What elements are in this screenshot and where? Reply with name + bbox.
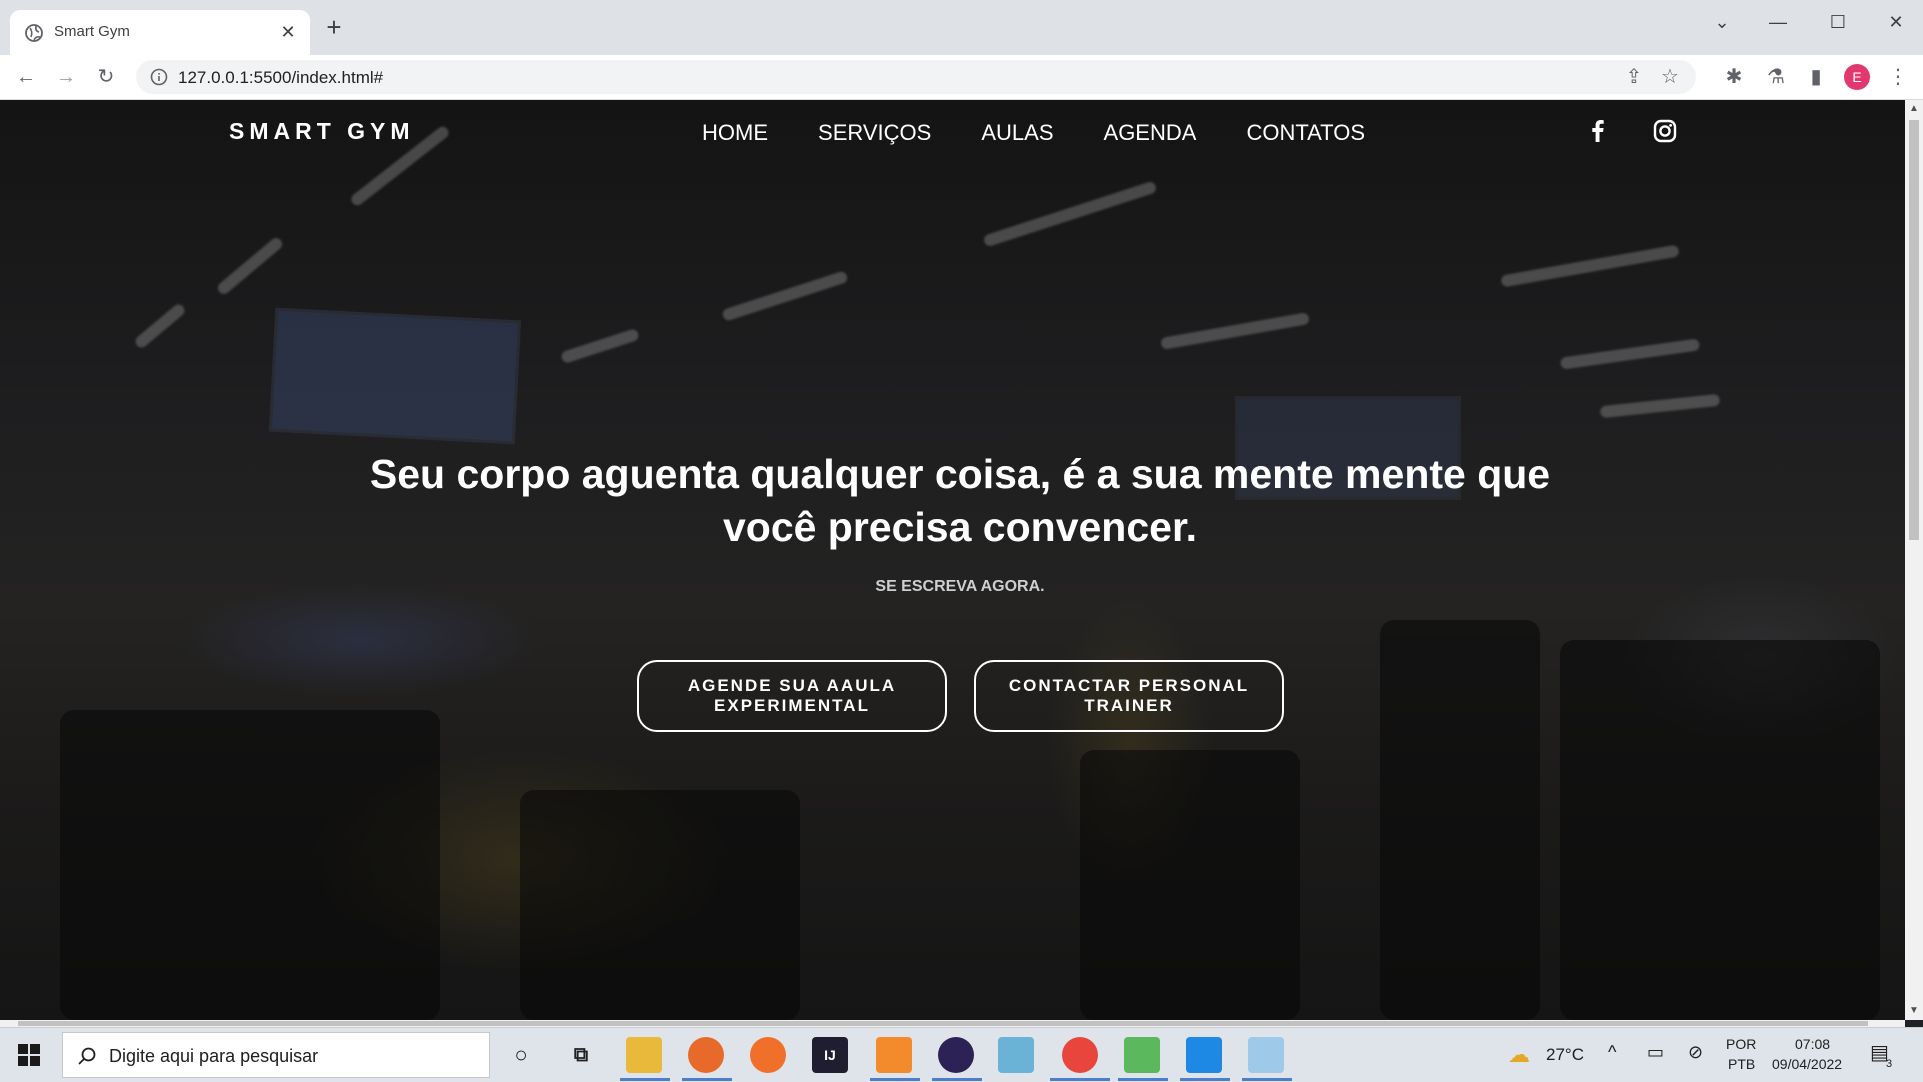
scroll-up-icon[interactable]: ▲: [1909, 104, 1919, 114]
paint-icon[interactable]: [1248, 1037, 1284, 1073]
back-icon[interactable]: ←: [14, 65, 38, 89]
maximize-button[interactable]: ☐: [1818, 8, 1858, 36]
menu-dots-icon[interactable]: ⋮: [1886, 65, 1910, 89]
xampp-icon[interactable]: [876, 1037, 912, 1073]
page-viewport: SMART GYM HOME SERVIÇOS AULAS AGENDA CON…: [0, 100, 1905, 1020]
share-icon[interactable]: ⇪: [1622, 65, 1646, 89]
task-view-icon[interactable]: ⧉: [563, 1037, 599, 1073]
browser-tab[interactable]: Smart Gym ✕: [10, 10, 310, 55]
weather-icon[interactable]: ☁: [1508, 1042, 1530, 1068]
extensions-icon[interactable]: ✱: [1722, 65, 1746, 89]
clock-time[interactable]: 07:08: [1795, 1036, 1830, 1052]
nav-home[interactable]: HOME: [702, 120, 768, 146]
chevron-down-icon[interactable]: ⌄: [1702, 8, 1742, 36]
chrome-icon[interactable]: [1062, 1037, 1098, 1073]
instagram-icon[interactable]: [1652, 118, 1678, 144]
nav-servicos[interactable]: SERVIÇOS: [818, 120, 931, 146]
hero-title: Seu corpo aguenta qualquer coisa, é a su…: [369, 451, 1551, 550]
profile-avatar[interactable]: E: [1844, 64, 1870, 90]
hero-subtitle: SE ESCREVA AGORA.: [875, 578, 1045, 595]
app-bar-icon[interactable]: [998, 1037, 1034, 1073]
bookmark-star-icon[interactable]: ☆: [1658, 65, 1682, 89]
address-bar[interactable]: 127.0.0.1:5500/index.html# ⇪ ☆: [136, 60, 1696, 94]
file-explorer-icon[interactable]: [626, 1037, 662, 1073]
vertical-scrollbar[interactable]: ▲ ▼: [1905, 100, 1923, 1020]
reload-icon[interactable]: ↻: [94, 65, 118, 89]
windows-start-icon[interactable]: [18, 1044, 40, 1066]
info-icon[interactable]: [150, 68, 168, 86]
nav-contatos[interactable]: CONTATOS: [1246, 120, 1365, 146]
facebook-icon[interactable]: [1585, 118, 1611, 144]
new-tab-button[interactable]: +: [322, 14, 346, 40]
intellij-icon[interactable]: IJ: [812, 1037, 848, 1073]
chevron-up-icon[interactable]: ^: [1608, 1042, 1616, 1063]
language-line2[interactable]: PTB: [1728, 1056, 1755, 1072]
firefox-icon[interactable]: [688, 1037, 724, 1073]
git-tool-icon[interactable]: [1124, 1037, 1160, 1073]
taskbar-search[interactable]: Digite aqui para pesquisar: [62, 1032, 490, 1078]
site-logo[interactable]: SMART GYM: [229, 118, 415, 145]
nav-links: HOME SERVIÇOS AULAS AGENDA CONTATOS: [652, 120, 1365, 146]
scroll-down-icon[interactable]: ▼: [1909, 1006, 1919, 1016]
close-tab-icon[interactable]: ✕: [278, 22, 298, 42]
nav-agenda[interactable]: AGENDA: [1104, 120, 1197, 146]
schedule-class-button[interactable]: AGENDE SUA AAULA EXPERIMENTAL: [637, 660, 947, 732]
network-icon[interactable]: ⊘: [1688, 1042, 1703, 1063]
extension-flask-icon[interactable]: ⚗: [1764, 65, 1788, 89]
search-icon: [78, 1047, 96, 1065]
url-text: 127.0.0.1:5500/index.html#: [178, 68, 384, 87]
postman-icon[interactable]: [750, 1037, 786, 1073]
site-navbar: SMART GYM HOME SERVIÇOS AULAS AGENDA CON…: [0, 100, 1905, 160]
search-placeholder: Digite aqui para pesquisar: [109, 1046, 319, 1066]
browser-tab-strip: Smart Gym ✕ + ⌄ — ☐ ✕: [0, 0, 1923, 55]
close-window-button[interactable]: ✕: [1876, 8, 1916, 36]
vscode-icon[interactable]: [1186, 1037, 1222, 1073]
nav-aulas[interactable]: AULAS: [981, 120, 1053, 146]
horizontal-scrollbar[interactable]: [0, 1020, 1905, 1027]
horizontal-scroll-thumb[interactable]: [18, 1021, 1868, 1026]
minimize-button[interactable]: —: [1758, 8, 1798, 36]
browser-toolbar: ← → ↻ 127.0.0.1:5500/index.html# ⇪ ☆ ✱ ⚗…: [0, 55, 1923, 100]
windows-taskbar: Digite aqui para pesquisar ○ ⧉ IJ ☁ 27°C…: [0, 1027, 1923, 1082]
language-line1[interactable]: POR: [1726, 1036, 1756, 1052]
battery-icon[interactable]: ▭: [1647, 1042, 1664, 1063]
eclipse-icon[interactable]: [938, 1037, 974, 1073]
contact-trainer-button[interactable]: CONTACTAR PERSONAL TRAINER: [974, 660, 1284, 732]
side-panel-icon[interactable]: ▮: [1804, 65, 1828, 89]
globe-icon: [25, 24, 43, 42]
tab-title: Smart Gym: [54, 23, 130, 40]
clock-date[interactable]: 09/04/2022: [1772, 1056, 1842, 1072]
weather-temp[interactable]: 27°C: [1546, 1045, 1584, 1065]
scroll-thumb[interactable]: [1909, 120, 1919, 540]
cortana-icon[interactable]: ○: [503, 1037, 539, 1073]
notification-count: 3: [1886, 1058, 1893, 1070]
forward-icon[interactable]: →: [54, 65, 78, 89]
